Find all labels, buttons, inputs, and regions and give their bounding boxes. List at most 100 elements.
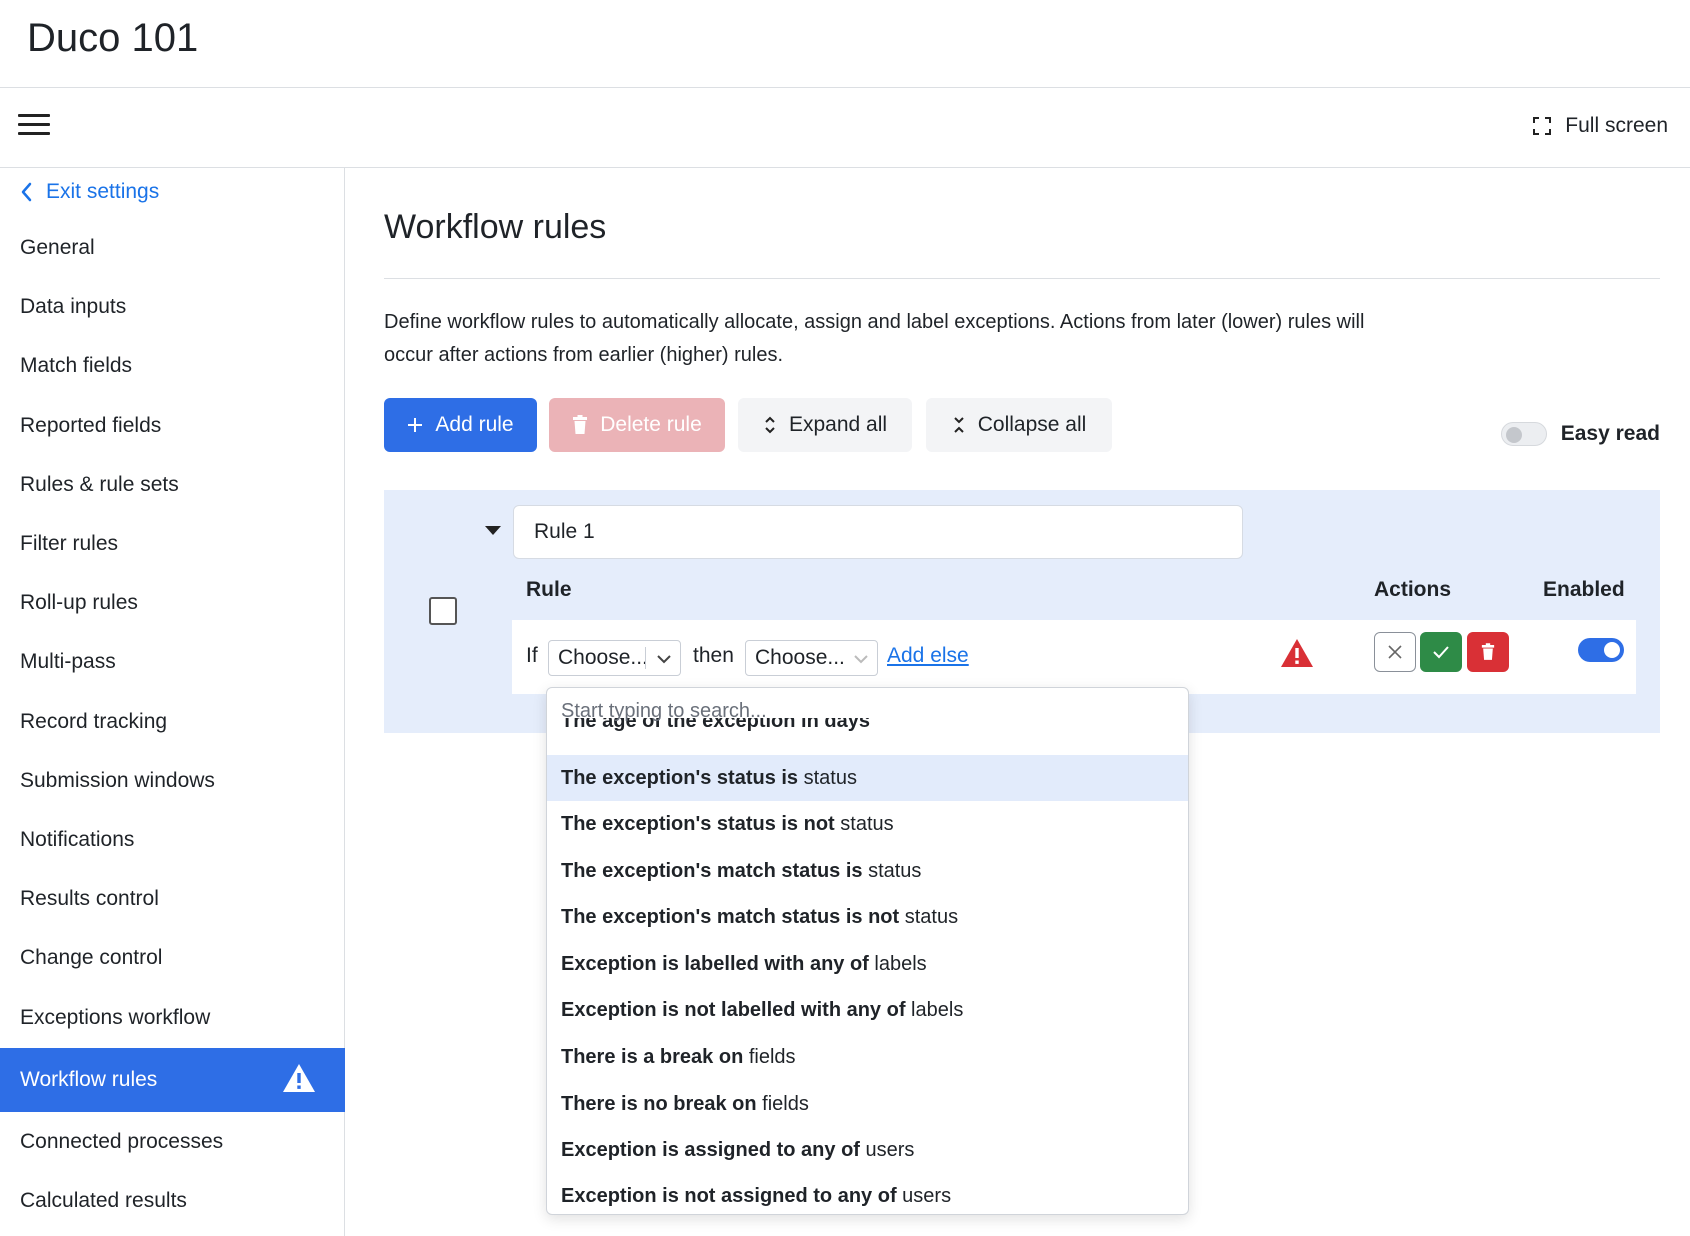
delete-rule-label: Delete rule (600, 413, 702, 436)
if-condition-select[interactable]: Choose... (548, 640, 681, 676)
dropdown-option[interactable]: Exception is assigned to any of users (547, 1127, 1188, 1173)
trash-icon (573, 415, 588, 434)
fullscreen-button[interactable]: Full screen (1533, 114, 1668, 138)
page-description: Define workflow rules to automatically a… (384, 311, 1365, 366)
sidebar-item-general[interactable]: General (0, 218, 345, 278)
dropdown-option[interactable]: Exception is labelled with any of labels (547, 941, 1188, 987)
option-param-text: status (862, 860, 922, 882)
sidebar-item-label: Roll-up rules (20, 591, 138, 614)
hamburger-icon[interactable] (18, 114, 50, 142)
sidebar-item-data-inputs[interactable]: Data inputs (0, 277, 345, 337)
add-rule-button[interactable]: Add rule (384, 398, 537, 452)
sidebar-item-rules-rule-sets[interactable]: Rules & rule sets (0, 455, 345, 515)
app-title-bar: Duco 101 (0, 0, 1690, 88)
option-bold-text: There is a break on (561, 1046, 744, 1068)
sidebar-item-exceptions-workflow[interactable]: Exceptions workflow (0, 988, 345, 1048)
easy-read-toggle-group: Easy read (1500, 422, 1660, 446)
option-param-text: fields (743, 1046, 796, 1068)
if-label: If (526, 644, 538, 667)
exit-settings-link[interactable]: Exit settings (20, 180, 159, 204)
page-title: Workflow rules (384, 208, 607, 246)
add-else-link[interactable]: Add else (887, 644, 969, 668)
option-param-text: labels (868, 953, 927, 975)
save-rule-button[interactable] (1420, 632, 1462, 672)
option-bold-text: Exception is labelled with any of (561, 953, 869, 975)
warning-icon (1281, 639, 1313, 667)
sidebar-item-connected-processes[interactable]: Connected processes (0, 1112, 345, 1172)
sidebar-item-results-control[interactable]: Results control (0, 869, 345, 929)
sidebar-item-label: Data inputs (20, 295, 127, 318)
exit-settings-label: Exit settings (46, 180, 160, 203)
dropdown-option[interactable]: The exception's match status is not stat… (547, 894, 1188, 940)
dropdown-option[interactable]: Exception is not labelled with any of la… (547, 987, 1188, 1033)
sidebar-item-label: Connected processes (20, 1130, 224, 1153)
sidebar-item-record-tracking[interactable]: Record tracking (0, 692, 345, 752)
if-condition-value: Choose... (558, 646, 648, 669)
check-icon (1433, 646, 1449, 659)
sidebar-item-label: Filter rules (20, 532, 119, 555)
sidebar-item-label: Rules & rule sets (20, 473, 179, 496)
sidebar-item-label: Calculated results (20, 1189, 187, 1212)
sidebar-item-filter-rules[interactable]: Filter rules (0, 514, 345, 574)
dropdown-option[interactable]: There is no break on fields (547, 1081, 1188, 1127)
option-param-text: fields (756, 1093, 809, 1115)
dropdown-option[interactable]: There is a break on fields (547, 1034, 1188, 1080)
rule-name-input[interactable] (513, 505, 1243, 559)
option-bold-text: Exception is not labelled with any of (561, 999, 906, 1021)
sidebar-item-workflow-rules[interactable]: Workflow rules (0, 1048, 345, 1112)
app-title: Duco 101 (27, 16, 199, 60)
cancel-rule-button[interactable] (1374, 632, 1416, 672)
sidebar-item-label: Submission windows (20, 769, 215, 792)
chevron-down-icon (854, 655, 868, 664)
fullscreen-icon (1533, 117, 1552, 135)
delete-rule-button[interactable]: Delete rule (549, 398, 725, 452)
sidebar-item-roll-up-rules[interactable]: Roll-up rules (0, 573, 345, 633)
sidebar-item-label: Workflow rules (20, 1068, 158, 1091)
delete-rule-row-button[interactable] (1467, 632, 1509, 672)
sidebar-item-label: Record tracking (20, 710, 168, 733)
sidebar-item-calculated-results[interactable]: Calculated results (0, 1171, 345, 1231)
then-label: then (693, 644, 734, 667)
add-rule-label: Add rule (435, 413, 514, 436)
dropdown-option[interactable]: The exception's match status is status (547, 848, 1188, 894)
warning-icon (283, 1064, 315, 1092)
dropdown-option[interactable]: The exception's status is status (547, 755, 1188, 801)
sidebar-item-notifications[interactable]: Notifications (0, 810, 345, 870)
collapse-all-button[interactable]: Collapse all (926, 398, 1112, 452)
option-bold-text: The exception's status is (561, 767, 799, 789)
column-header-enabled: Enabled (1543, 578, 1625, 601)
option-bold-text: Exception is not assigned to any of (561, 1185, 897, 1207)
rule-select-checkbox[interactable] (429, 597, 457, 625)
dropdown-option[interactable]: The exception's status is not status (547, 801, 1188, 847)
dropdown-option[interactable]: Exception is not assigned to any of user… (547, 1173, 1188, 1214)
expand-all-button[interactable]: Expand all (738, 398, 912, 452)
option-param-text: users (896, 1185, 952, 1207)
condition-search-input[interactable] (547, 688, 1188, 734)
rule-enabled-toggle[interactable] (1578, 638, 1624, 662)
easy-read-toggle[interactable] (1500, 422, 1547, 446)
sidebar-item-label: Exceptions workflow (20, 1006, 211, 1029)
expand-icon (765, 416, 775, 434)
sidebar-item-match-fields[interactable]: Match fields (0, 336, 345, 396)
sidebar: Exit settings General Data inputs Match … (0, 168, 345, 1236)
option-param-text: status (899, 906, 959, 928)
sidebar-item-label: Multi-pass (20, 650, 116, 673)
sidebar-item-multi-pass[interactable]: Multi-pass (0, 632, 345, 692)
sidebar-item-reported-fields[interactable]: Reported fields (0, 396, 345, 456)
collapse-rule-caret-icon[interactable] (485, 526, 501, 535)
chevron-left-icon (21, 182, 32, 202)
rule-row: If Choose... then Choose... Add else (512, 620, 1636, 694)
option-bold-text: Exception is assigned to any of (561, 1139, 860, 1161)
sidebar-item-submission-windows[interactable]: Submission windows (0, 751, 345, 811)
close-icon (1388, 645, 1402, 659)
divider (384, 278, 1660, 279)
option-param-text: status (798, 767, 857, 789)
option-bold-text: The exception's status is not (561, 813, 835, 835)
then-action-select[interactable]: Choose... (745, 640, 878, 676)
collapse-icon (954, 417, 964, 433)
sidebar-item-change-control[interactable]: Change control (0, 928, 345, 988)
option-bold-text: The exception's match status is (561, 860, 863, 882)
sidebar-item-label: Notifications (20, 828, 135, 851)
sidebar-item-label: Change control (20, 946, 163, 969)
sidebar-item-label: Reported fields (20, 414, 162, 437)
